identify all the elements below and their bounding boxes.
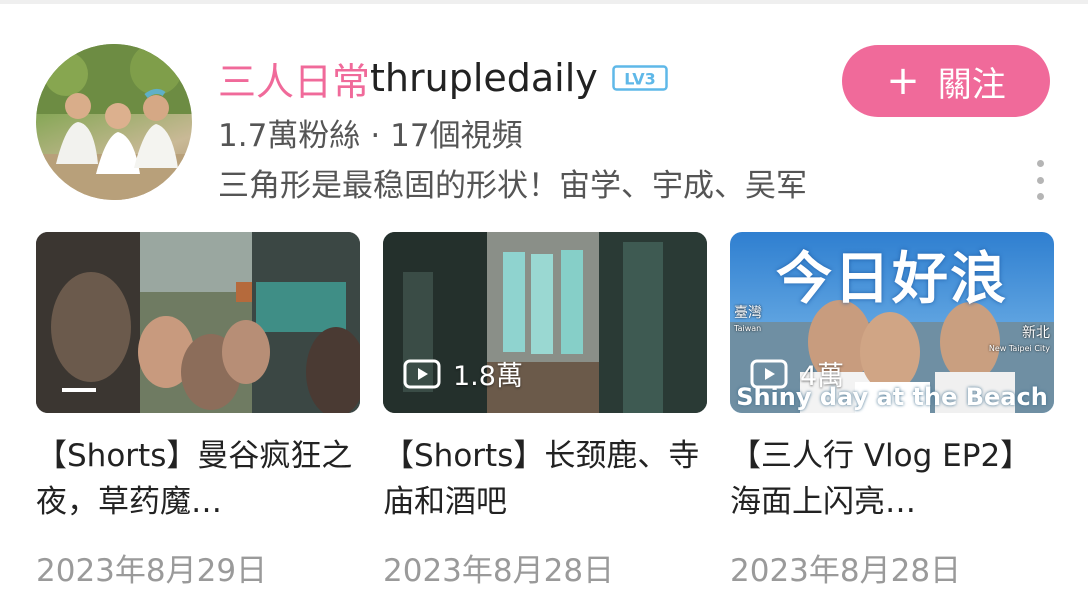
video-count: 17個視頻 [390, 118, 523, 154]
view-count: 1.8萬 [403, 354, 523, 393]
follower-count: 1.7萬粉絲 [218, 118, 361, 154]
thumbnail-location-right: 新北 New Taipei City [988, 325, 1050, 354]
plus-icon: + [886, 58, 920, 104]
stats-separator: · [370, 118, 381, 154]
video-date: 2023年8月28日 [730, 553, 962, 589]
follow-button[interactable]: + 關注 [842, 45, 1050, 117]
channel-stats: 1.7萬粉絲 · 17個視頻 [218, 110, 523, 155]
thumbnail-headline: 今日好浪 [776, 247, 1008, 312]
view-count: 4萬 [750, 354, 844, 393]
more-vertical-icon[interactable] [1030, 160, 1050, 200]
avatar[interactable] [36, 44, 192, 200]
level-badge: LV3 [612, 63, 668, 93]
view-count-value: 1.8萬 [453, 361, 523, 392]
play-icon [750, 359, 788, 388]
video-card[interactable]: 1.8萬 【Shorts】长颈鹿、寺庙和酒吧 2023年8月28日 [383, 232, 707, 590]
channel-description: 三角形是最稳固的形状！宙学、宇成、吴军 [218, 168, 807, 204]
level-icon: LV3 [612, 65, 668, 91]
top-divider [0, 0, 1088, 4]
video-thumbnail[interactable]: 1.8萬 [383, 232, 707, 413]
svg-text:LV3: LV3 [624, 70, 656, 89]
video-date: 2023年8月28日 [383, 553, 615, 589]
video-card[interactable]: 【Shorts】曼谷疯狂之夜，草药魔… 2023年8月29日 [36, 232, 360, 590]
video-title[interactable]: 【三人行 Vlog EP2】海面上闪亮… [730, 433, 1054, 525]
video-title[interactable]: 【Shorts】长颈鹿、寺庙和酒吧 [383, 433, 707, 525]
video-date: 2023年8月29日 [36, 553, 268, 589]
video-title[interactable]: 【Shorts】曼谷疯狂之夜，草药魔… [36, 433, 360, 525]
video-thumbnail[interactable]: 今日好浪 臺灣 Taiwan 新北 New Taipei City Shiny … [730, 232, 1054, 413]
thumbnail-location-left: 臺灣 Taiwan [734, 305, 762, 334]
channel-name-chinese: 三人日常 [218, 59, 371, 104]
follow-button-label: 關注 [937, 64, 1006, 105]
channel-name-english: thrupledaily [370, 56, 598, 100]
view-count-value: 4萬 [800, 361, 845, 392]
play-icon [403, 359, 441, 388]
video-thumbnail[interactable] [36, 232, 360, 413]
avatar-image [36, 44, 192, 200]
thumbnail-image [36, 232, 360, 413]
channel-name[interactable]: 三人日常 thrupledaily LV3 [218, 52, 668, 104]
video-card[interactable]: 今日好浪 臺灣 Taiwan 新北 New Taipei City Shiny … [730, 232, 1054, 590]
